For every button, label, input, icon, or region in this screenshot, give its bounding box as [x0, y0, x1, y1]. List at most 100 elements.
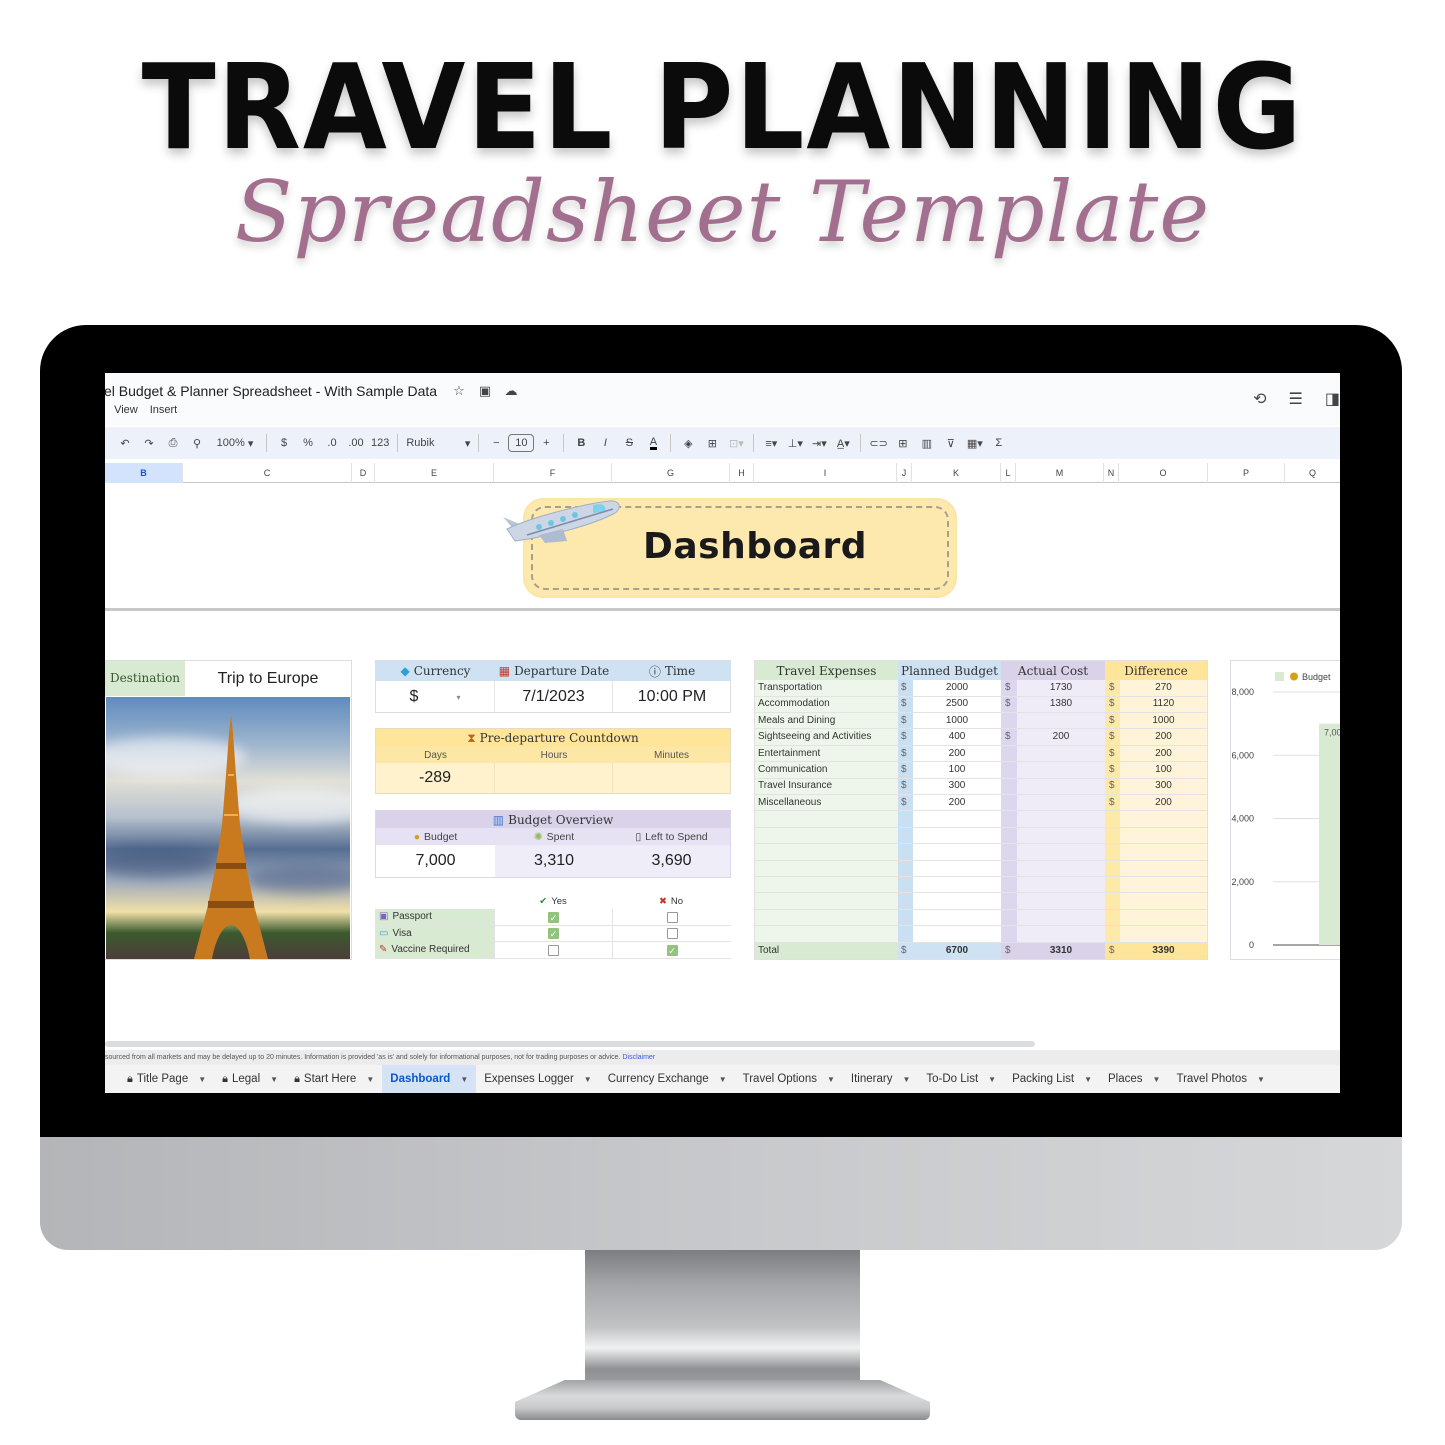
column-header-i[interactable]: I — [754, 463, 897, 483]
star-icon[interactable]: ☆ — [451, 383, 467, 399]
insert-comment-icon[interactable]: ⊞ — [891, 432, 915, 454]
planned-amount[interactable]: 2000 — [913, 680, 1001, 696]
column-header-d[interactable]: D — [352, 463, 375, 483]
actual-amount[interactable]: 200 — [1017, 729, 1105, 745]
format-currency-button[interactable]: $ — [272, 432, 296, 454]
borders-icon[interactable]: ⊞ — [700, 432, 724, 454]
planned-amount[interactable]: 200 — [913, 746, 1001, 762]
chevron-down-icon[interactable]: ▼ — [1257, 1075, 1265, 1084]
filter-views-icon[interactable]: ▦▾ — [963, 432, 987, 454]
column-header-m[interactable]: M — [1016, 463, 1104, 483]
italic-button[interactable]: I — [593, 432, 617, 454]
no-checkbox[interactable]: ✓ — [666, 944, 678, 956]
increase-font-size-button[interactable]: + — [534, 432, 558, 454]
font-size-input[interactable]: 10 — [508, 434, 535, 452]
column-header-l[interactable]: L — [1001, 463, 1016, 483]
zoom-select[interactable]: 100% ▾ — [209, 432, 261, 454]
column-header-e[interactable]: E — [375, 463, 494, 483]
time-value[interactable]: 10:00 PM — [613, 681, 731, 713]
format-percent-button[interactable]: % — [296, 432, 320, 454]
comments-icon[interactable]: ☰ — [1289, 389, 1303, 409]
menu-view[interactable]: View — [114, 404, 138, 416]
chevron-down-icon[interactable]: ▼ — [584, 1075, 592, 1084]
actual-amount[interactable] — [1017, 762, 1105, 778]
column-header-g[interactable]: G — [612, 463, 730, 483]
vertical-align-icon[interactable]: ⊥▾ — [783, 432, 807, 454]
planned-amount[interactable]: 2500 — [913, 696, 1001, 712]
chevron-down-icon[interactable]: ▼ — [270, 1075, 278, 1084]
version-history-icon[interactable]: ⟲ — [1253, 389, 1266, 409]
expense-category[interactable]: Communication — [755, 762, 898, 778]
actual-amount[interactable]: 1730 — [1017, 680, 1105, 696]
column-header-c[interactable]: C — [183, 463, 352, 483]
expense-category[interactable]: Transportation — [755, 680, 898, 696]
sheet-tab-legal[interactable]: 🔒︎ Legal ▼ — [214, 1065, 286, 1093]
strikethrough-button[interactable]: S — [617, 432, 641, 454]
merge-cells-icon[interactable]: ⊡▾ — [724, 432, 748, 454]
paint-format-icon[interactable]: ⚲ — [185, 432, 209, 454]
bold-button[interactable]: B — [569, 432, 593, 454]
planned-amount[interactable]: 400 — [913, 729, 1001, 745]
expense-category[interactable]: Meals and Dining — [755, 713, 898, 729]
chevron-down-icon[interactable]: ▼ — [827, 1075, 835, 1084]
expense-category[interactable]: Travel Insurance — [755, 778, 898, 794]
yes-checkbox[interactable]: ✓ — [548, 911, 559, 923]
move-folder-icon[interactable]: ▣ — [477, 383, 493, 399]
actual-amount[interactable] — [1017, 713, 1105, 729]
column-header-q[interactable]: Q — [1285, 463, 1340, 483]
sheet-tab-travel-options[interactable]: Travel Options ▼ — [735, 1065, 843, 1093]
no-checkbox[interactable] — [666, 911, 678, 923]
planned-amount[interactable]: 300 — [913, 778, 1001, 794]
fill-color-icon[interactable]: ◈ — [676, 432, 700, 454]
column-header-o[interactable]: O — [1119, 463, 1208, 483]
actual-amount[interactable] — [1017, 778, 1105, 794]
horizontal-align-icon[interactable]: ≡▾ — [759, 432, 783, 454]
planned-amount[interactable]: 1000 — [913, 713, 1001, 729]
budget-chart[interactable]: Budget 0 2,000 4,000 6,000 8,000 7,00 — [1230, 660, 1340, 960]
sheet-tab-currency-exchange[interactable]: Currency Exchange ▼ — [600, 1065, 735, 1093]
chevron-down-icon[interactable]: ▼ — [460, 1075, 468, 1084]
undo-icon[interactable]: ↶ — [113, 432, 137, 454]
chevron-down-icon[interactable]: ▼ — [988, 1075, 996, 1084]
planned-amount[interactable]: 200 — [913, 795, 1001, 811]
more-formats-button[interactable]: 123 — [368, 432, 392, 454]
chevron-down-icon[interactable]: ▼ — [902, 1075, 910, 1084]
text-wrap-icon[interactable]: ⇥▾ — [807, 432, 831, 454]
chevron-down-icon[interactable]: ▼ — [366, 1075, 374, 1084]
sheet-tab-dashboard[interactable]: Dashboard ▼ — [382, 1065, 477, 1093]
expense-category[interactable]: Miscellaneous — [755, 795, 898, 811]
sheet-tab-packing-list[interactable]: Packing List ▼ — [1004, 1065, 1100, 1093]
column-header-n[interactable]: N — [1104, 463, 1119, 483]
no-checkbox[interactable] — [666, 928, 678, 939]
column-header-p[interactable]: P — [1208, 463, 1285, 483]
decrease-font-size-button[interactable]: − — [484, 432, 508, 454]
cloud-status-icon[interactable]: ☁ — [503, 383, 519, 399]
document-title[interactable]: vel Budget & Planner Spreadsheet - With … — [105, 383, 437, 399]
actual-amount[interactable] — [1017, 746, 1105, 762]
planned-amount[interactable]: 100 — [913, 762, 1001, 778]
yes-checkbox[interactable] — [548, 944, 559, 956]
destination-value[interactable]: Trip to Europe — [185, 661, 351, 696]
functions-button[interactable]: Σ — [987, 432, 1011, 454]
column-header-f[interactable]: F — [494, 463, 612, 483]
horizontal-scrollbar[interactable] — [105, 1041, 1035, 1047]
sheet-tab-travel-photos[interactable]: Travel Photos ▼ — [1168, 1065, 1272, 1093]
column-header-h[interactable]: H — [730, 463, 754, 483]
sheet-tab-itinerary[interactable]: Itinerary ▼ — [843, 1065, 918, 1093]
yes-checkbox[interactable]: ✓ — [548, 928, 559, 939]
sheet-tab-expenses-logger[interactable]: Expenses Logger ▼ — [476, 1065, 599, 1093]
expense-category[interactable]: Sightseeing and Activities — [755, 729, 898, 745]
chevron-down-icon[interactable]: ▼ — [1084, 1075, 1092, 1084]
column-header-k[interactable]: K — [912, 463, 1001, 483]
meet-icon[interactable]: ◨ — [1325, 389, 1340, 409]
insert-link-icon[interactable]: ⊂⊃ — [866, 432, 890, 454]
expense-category[interactable]: Entertainment — [755, 746, 898, 762]
text-rotation-icon[interactable]: A̲▾ — [831, 432, 855, 454]
chevron-down-icon[interactable]: ▼ — [198, 1075, 206, 1084]
sheet-tab-start-here[interactable]: 🔒︎ Start Here ▼ — [286, 1065, 382, 1093]
increase-decimal-button[interactable]: .00 — [344, 432, 368, 454]
column-header-j[interactable]: J — [897, 463, 912, 483]
sheet-tab-places[interactable]: Places ▼ — [1100, 1065, 1168, 1093]
sheet-tab-title-page[interactable]: 🔒︎ Title Page ▼ — [119, 1065, 214, 1093]
disclaimer-link[interactable]: Disclaimer — [622, 1054, 655, 1061]
